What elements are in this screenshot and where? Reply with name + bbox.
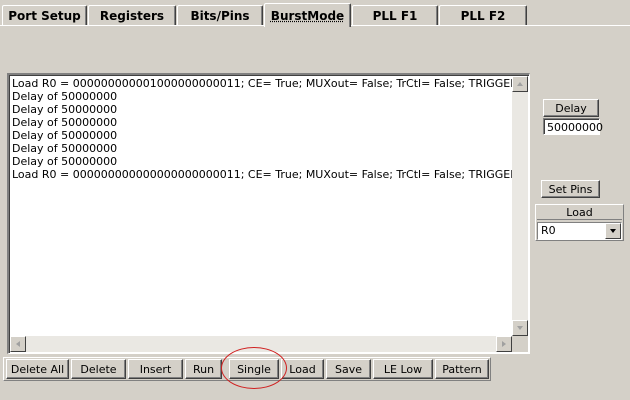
tab-port-setup[interactable]: Port Setup bbox=[2, 5, 87, 26]
load-register-label: Load bbox=[537, 206, 622, 220]
tab-pll-f1[interactable]: PLL F1 bbox=[352, 5, 438, 26]
load-register-select[interactable]: R0 bbox=[537, 222, 622, 240]
scroll-right-button[interactable] bbox=[496, 336, 512, 352]
set-pins-button[interactable]: Set Pins bbox=[541, 180, 600, 198]
arrow-up-icon bbox=[517, 82, 523, 86]
burst-button-bar: Delete All Delete Insert Run Single Load… bbox=[3, 357, 491, 381]
scroll-left-button[interactable] bbox=[10, 336, 26, 352]
tab-burstmode-label: BurstMode bbox=[270, 8, 345, 23]
list-item[interactable]: Delay of 50000000 bbox=[11, 142, 512, 155]
delay-value-field[interactable]: 50000000 bbox=[543, 118, 603, 135]
delete-button[interactable]: Delete bbox=[71, 359, 126, 379]
load-register-value: R0 bbox=[541, 224, 556, 237]
list-item[interactable]: Load R0 = 000000000000000000000011; CE= … bbox=[11, 168, 512, 181]
arrow-left-icon bbox=[16, 341, 20, 347]
burst-list-content: Load R0 = 000000000001000000000011; CE= … bbox=[11, 77, 512, 336]
vertical-scrollbar[interactable] bbox=[512, 76, 528, 336]
list-item[interactable]: Load R0 = 000000000001000000000011; CE= … bbox=[11, 77, 512, 90]
list-item[interactable]: Delay of 50000000 bbox=[11, 155, 512, 168]
tab-burstmode[interactable]: BurstMode bbox=[264, 3, 351, 27]
load-register-dropdown-button[interactable] bbox=[605, 223, 621, 239]
insert-button[interactable]: Insert bbox=[128, 359, 183, 379]
run-button[interactable]: Run bbox=[185, 359, 222, 379]
save-button[interactable]: Save bbox=[326, 359, 371, 379]
scrollbar-corner bbox=[512, 336, 528, 352]
le-low-button[interactable]: LE Low bbox=[373, 359, 433, 379]
pattern-button[interactable]: Pattern bbox=[435, 359, 489, 379]
chevron-down-icon bbox=[610, 229, 616, 233]
tab-bits-pins[interactable]: Bits/Pins bbox=[177, 5, 263, 26]
scroll-down-button[interactable] bbox=[512, 320, 528, 336]
list-item[interactable]: Delay of 50000000 bbox=[11, 116, 512, 129]
burst-sequence-list[interactable]: Load R0 = 000000000001000000000011; CE= … bbox=[7, 73, 530, 354]
delay-button[interactable]: Delay bbox=[543, 99, 599, 117]
load-button[interactable]: Load bbox=[281, 359, 324, 379]
tab-strip: Port Setup Registers Bits/Pins BurstMode… bbox=[0, 0, 630, 27]
list-item[interactable]: Delay of 50000000 bbox=[11, 103, 512, 116]
single-button[interactable]: Single bbox=[229, 359, 279, 379]
tab-registers[interactable]: Registers bbox=[88, 5, 176, 26]
load-register-group: Load R0 bbox=[535, 204, 624, 241]
delete-all-button[interactable]: Delete All bbox=[6, 359, 69, 379]
horizontal-scrollbar[interactable] bbox=[10, 336, 512, 352]
scroll-up-button[interactable] bbox=[512, 76, 528, 92]
arrow-down-icon bbox=[517, 326, 523, 330]
list-item[interactable]: Delay of 50000000 bbox=[11, 129, 512, 142]
list-item[interactable]: Delay of 50000000 bbox=[11, 90, 512, 103]
tab-pll-f2[interactable]: PLL F2 bbox=[439, 5, 527, 26]
burstmode-window: Port Setup Registers Bits/Pins BurstMode… bbox=[0, 0, 630, 400]
arrow-right-icon bbox=[502, 341, 506, 347]
